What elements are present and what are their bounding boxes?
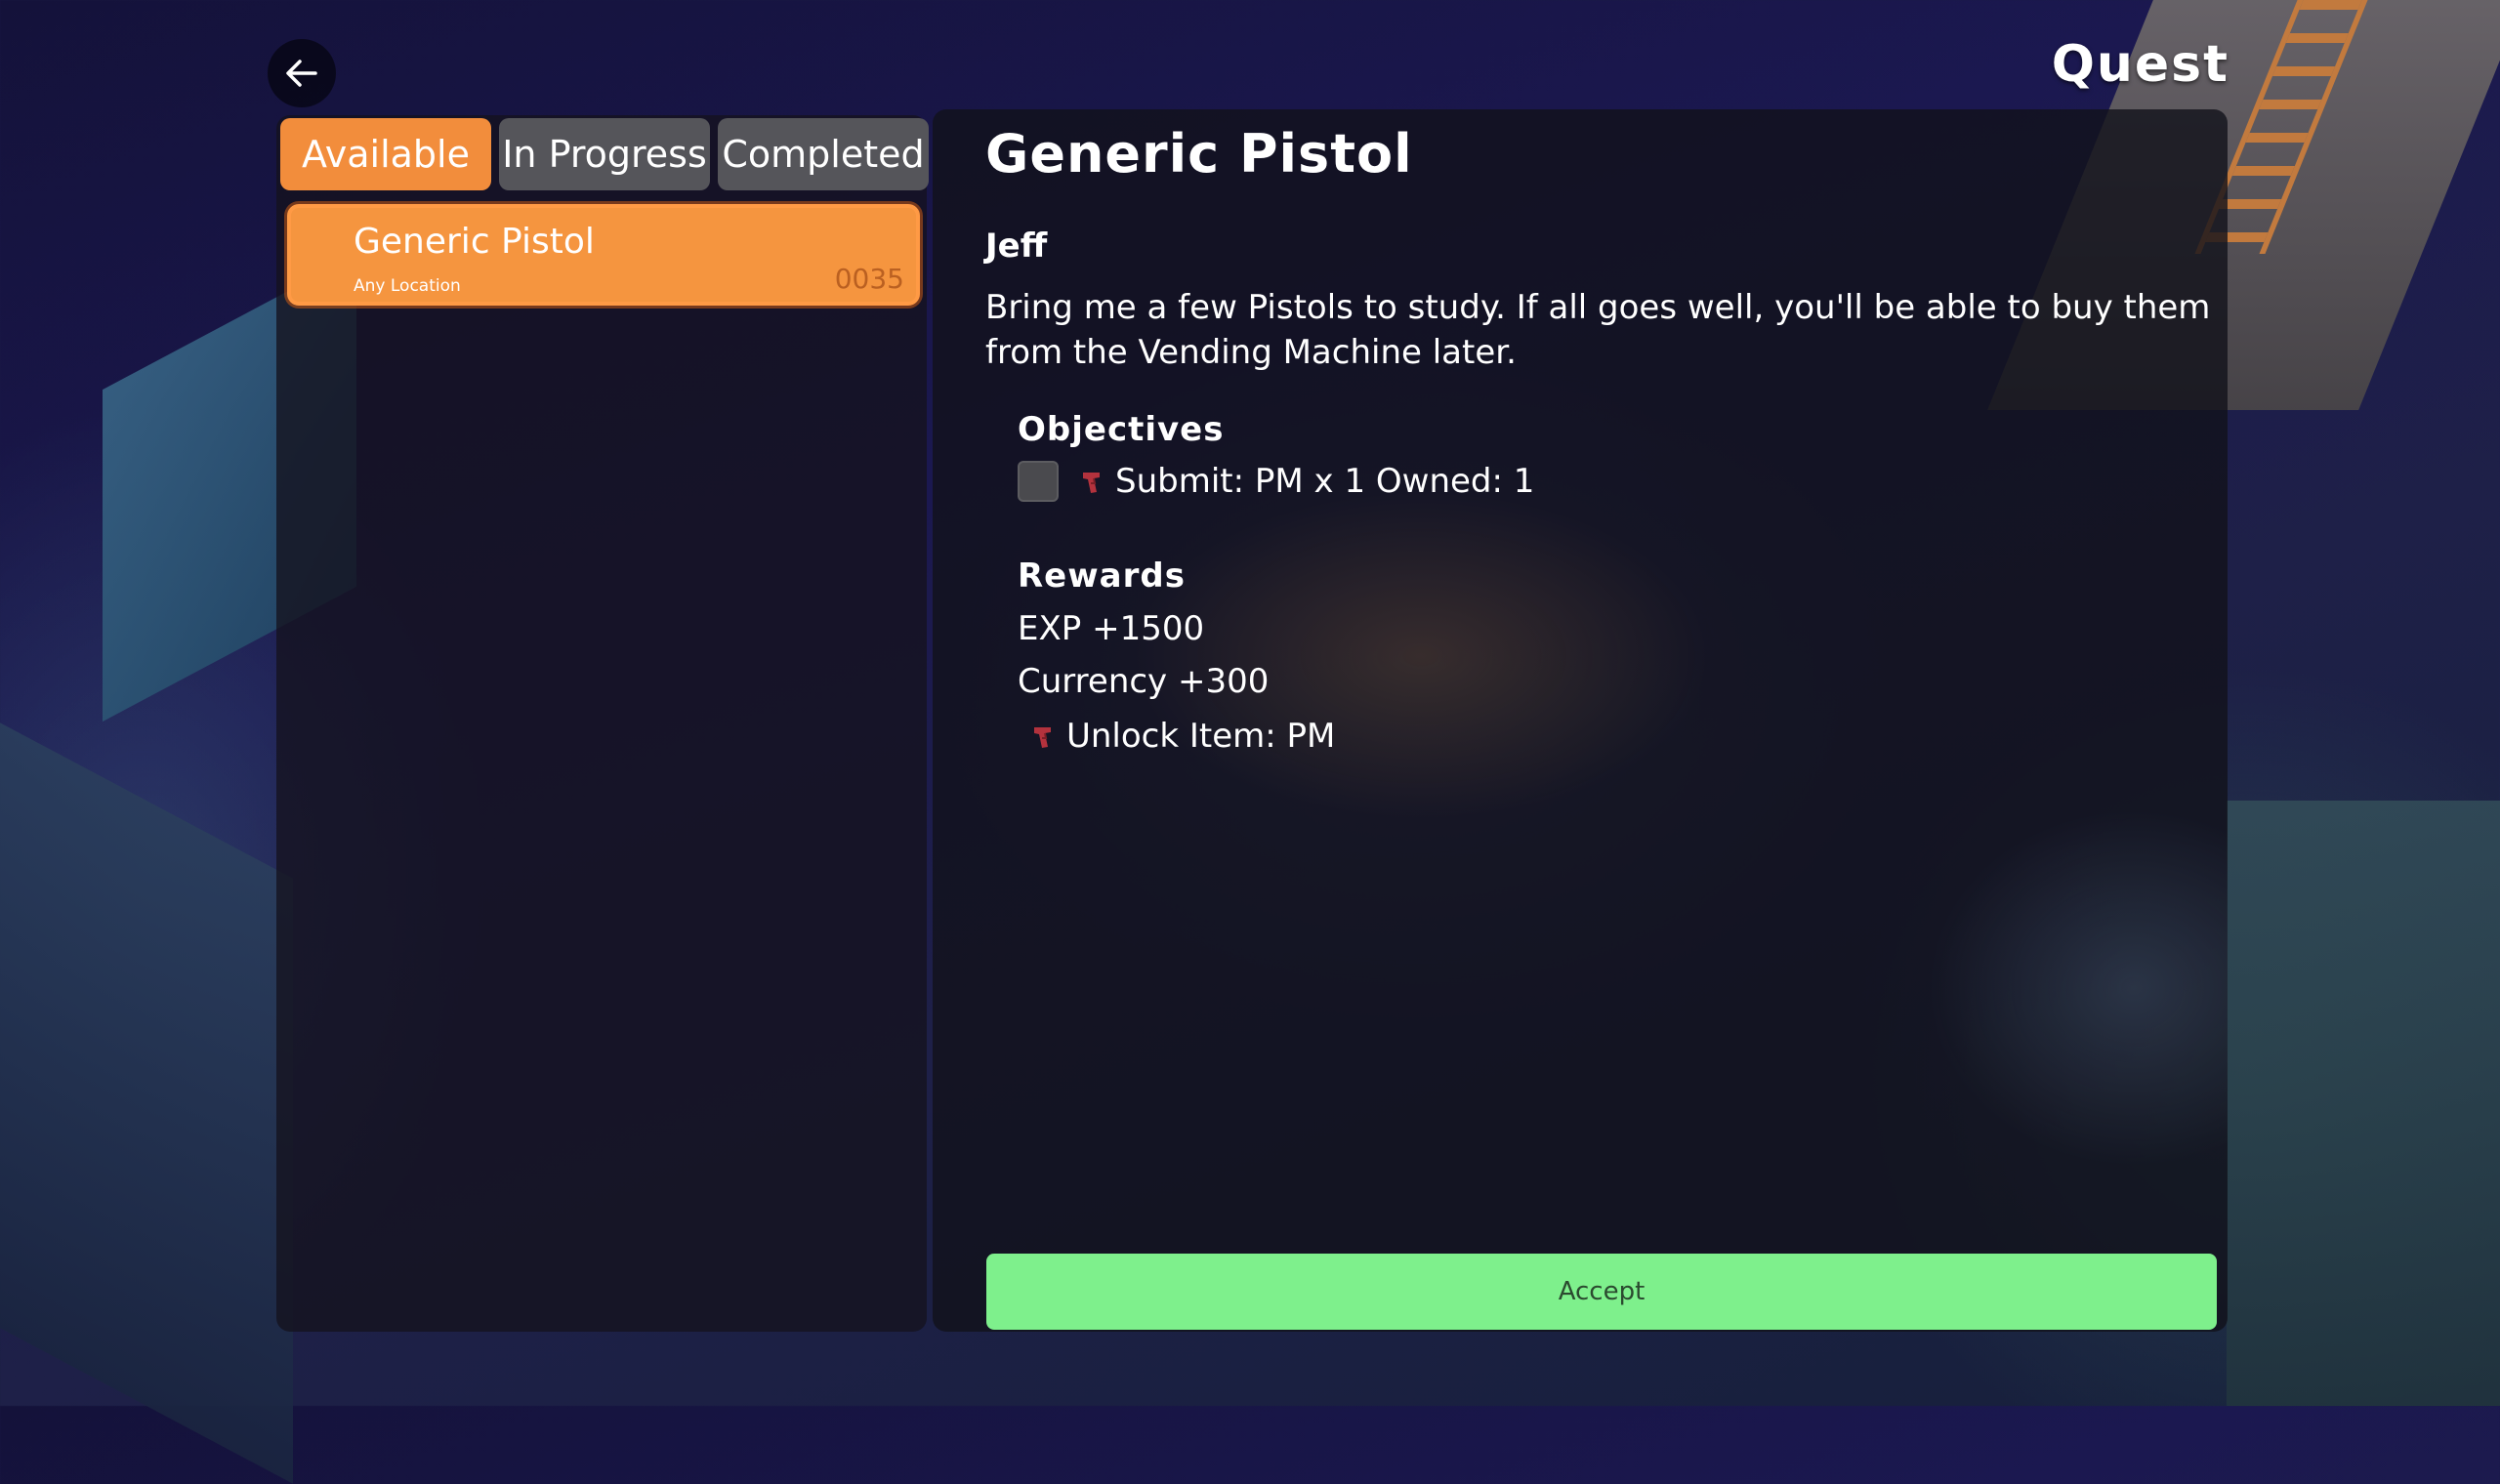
page-title: Quest [2051,35,2229,94]
arrow-left-icon [286,60,317,87]
quest-list-item[interactable]: Generic Pistol Any Location 0035 [287,204,920,306]
reward-currency: Currency +300 [1018,662,1270,701]
objective-row: Submit: PM x 1 Owned: 1 [1018,461,1534,502]
scene-floor-right [2227,801,2500,1406]
quest-item-name: Generic Pistol [354,222,595,262]
reward-unlock-text: Unlock Item: PM [1066,717,1336,756]
back-button[interactable] [268,39,336,107]
objective-text: Submit: PM x 1 Owned: 1 [1115,462,1535,501]
reward-unlock: Unlock Item: PM [1029,717,1335,756]
pistol-icon [1083,473,1100,493]
pistol-icon [1034,727,1051,748]
tab-in-progress[interactable]: In Progress [499,118,710,190]
tab-available[interactable]: Available [280,118,491,190]
quest-tabs: Available In Progress Completed [280,118,929,190]
quest-description: Bring me a few Pistols to study. If all … [985,288,2211,372]
tab-completed[interactable]: Completed [718,118,929,190]
rewards-heading: Rewards [1018,556,1186,596]
quest-giver: Jeff [985,227,1048,266]
objective-checkbox[interactable] [1018,461,1059,502]
accept-button[interactable]: Accept [986,1254,2217,1330]
objectives-heading: Objectives [1018,410,1225,449]
reward-exp: EXP +1500 [1018,609,1205,648]
quest-item-location: Any Location [354,276,461,296]
quest-title: Generic Pistol [985,123,1413,185]
scene-floor-left [0,722,293,1484]
quest-item-code: 0035 [834,263,904,295]
